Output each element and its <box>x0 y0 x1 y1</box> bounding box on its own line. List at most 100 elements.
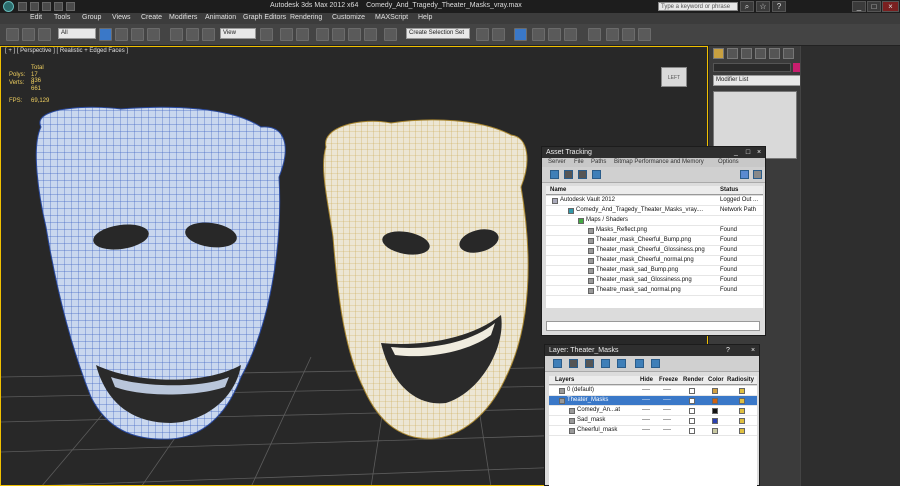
menu-customize[interactable]: Customize <box>332 14 365 21</box>
freeze-all-layers-icon[interactable] <box>651 359 660 368</box>
delete-icon[interactable] <box>564 170 573 179</box>
close-button[interactable]: × <box>882 1 899 12</box>
table-row[interactable]: Maps / Shaders <box>546 216 763 226</box>
table-row[interactable]: 0 (default) ---- ---- <box>549 386 757 396</box>
layer-color-swatch[interactable] <box>712 408 718 414</box>
table-row[interactable]: Theater_Masks ---- ---- <box>549 396 757 406</box>
mirror-icon[interactable] <box>476 28 489 41</box>
search-icon[interactable]: ⌕ <box>740 1 754 12</box>
edit-named-selection-icon[interactable] <box>384 28 397 41</box>
render-teapot-icon[interactable] <box>689 388 695 394</box>
undo-icon[interactable] <box>54 2 63 11</box>
table-row[interactable]: Masks_Reflect.png Found <box>546 226 763 236</box>
material-editor-icon[interactable] <box>588 28 601 41</box>
keyboard-shortcut-icon[interactable] <box>296 28 309 41</box>
menu-edit[interactable]: Edit <box>30 14 42 21</box>
asset-settings-icon[interactable] <box>753 170 762 179</box>
asset-tracking-maximize-button[interactable]: □ <box>743 148 753 157</box>
viewcube[interactable]: LEFT <box>661 67 687 87</box>
render-teapot-icon[interactable] <box>689 398 695 404</box>
layer-close-button[interactable]: × <box>748 346 758 355</box>
modify-tab-icon[interactable] <box>727 48 738 59</box>
minimize-button[interactable]: _ <box>852 1 866 12</box>
select-link-icon[interactable] <box>6 28 19 41</box>
select-move-icon[interactable] <box>170 28 183 41</box>
layer-column-hide[interactable]: Hide <box>640 377 653 383</box>
refresh-icon[interactable] <box>550 170 559 179</box>
layer-column-freeze[interactable]: Freeze <box>659 377 678 383</box>
asset-column-name[interactable]: Name <box>550 187 566 193</box>
layer-column-color[interactable]: Color <box>708 377 724 383</box>
table-row[interactable]: Comedy_An...at ---- ---- <box>549 406 757 416</box>
select-scale-icon[interactable] <box>202 28 215 41</box>
table-row[interactable]: Theater_mask_Cheerful_Bump.png Found <box>546 236 763 246</box>
radiosity-icon[interactable] <box>739 398 745 404</box>
asset-tracking-close-button[interactable]: × <box>754 148 764 157</box>
spinner-snap-icon[interactable] <box>364 28 377 41</box>
pivot-center-icon[interactable] <box>260 28 273 41</box>
asset-menu-file[interactable]: File <box>574 159 584 165</box>
select-rotate-icon[interactable] <box>186 28 199 41</box>
menu-help[interactable]: Help <box>418 14 432 21</box>
reference-coordinate-dropdown[interactable]: View <box>220 28 256 39</box>
render-teapot-icon[interactable] <box>689 408 695 414</box>
layer-column-render[interactable]: Render <box>683 377 704 383</box>
select-object-icon[interactable] <box>99 28 112 41</box>
rectangular-selection-icon[interactable] <box>131 28 144 41</box>
table-row[interactable]: Autodesk Vault 2012 Logged Out ... <box>546 196 763 206</box>
hierarchy-tab-icon[interactable] <box>741 48 752 59</box>
align-icon[interactable] <box>492 28 505 41</box>
layer-help-button[interactable]: ? <box>723 346 733 355</box>
named-selection-dropdown[interactable]: Create Selection Set <box>406 28 470 39</box>
open-file-icon[interactable] <box>30 2 39 11</box>
menu-tools[interactable]: Tools <box>54 14 70 21</box>
motion-tab-icon[interactable] <box>755 48 766 59</box>
select-by-name-icon[interactable] <box>115 28 128 41</box>
curve-editor-icon[interactable] <box>548 28 561 41</box>
asset-menu-paths[interactable]: Paths <box>591 159 606 165</box>
create-layer-icon[interactable] <box>553 359 562 368</box>
table-row[interactable]: Sad_mask ---- ---- <box>549 416 757 426</box>
radiosity-icon[interactable] <box>739 428 745 434</box>
render-setup-icon[interactable] <box>606 28 619 41</box>
angle-snap-icon[interactable] <box>332 28 345 41</box>
layer-color-swatch[interactable] <box>712 418 718 424</box>
modifier-list-dropdown[interactable]: Modifier List <box>713 75 801 86</box>
highlight-layer-icon[interactable] <box>617 359 626 368</box>
selection-filter-dropdown[interactable]: All <box>58 28 96 39</box>
favorites-icon[interactable]: ☆ <box>756 1 770 12</box>
menu-group[interactable]: Group <box>82 14 101 21</box>
bind-space-warp-icon[interactable] <box>38 28 51 41</box>
window-crossing-icon[interactable] <box>147 28 160 41</box>
asset-tracking-minimize-button[interactable]: _ <box>731 148 741 157</box>
asset-menu-bitmap[interactable]: Bitmap Performance and Memory <box>614 159 704 165</box>
select-layer-objects-icon[interactable] <box>601 359 610 368</box>
layer-column-layers[interactable]: Layers <box>555 377 574 383</box>
asset-path-field[interactable] <box>546 321 760 331</box>
object-name-field[interactable] <box>713 63 791 72</box>
menu-modifiers[interactable]: Modifiers <box>169 14 197 21</box>
unlink-icon[interactable] <box>22 28 35 41</box>
app-logo-icon[interactable] <box>3 1 14 12</box>
list-view-icon[interactable] <box>578 170 587 179</box>
radiosity-icon[interactable] <box>739 388 745 394</box>
tragedy-mask-model[interactable] <box>323 119 529 440</box>
comedy-mask-model[interactable] <box>35 106 286 440</box>
rendered-frame-window-icon[interactable] <box>622 28 635 41</box>
menu-graph-editors[interactable]: Graph Editors <box>243 14 286 21</box>
table-row[interactable]: Theater_mask_sad_Glossiness.png Found <box>546 276 763 286</box>
layer-color-swatch[interactable] <box>712 398 718 404</box>
hide-all-layers-icon[interactable] <box>635 359 644 368</box>
search-input[interactable]: Type a keyword or phrase <box>658 2 738 11</box>
table-view-icon[interactable] <box>592 170 601 179</box>
render-teapot-icon[interactable] <box>689 418 695 424</box>
layer-color-swatch[interactable] <box>712 388 718 394</box>
layer-manager-icon[interactable] <box>514 28 527 41</box>
menu-views[interactable]: Views <box>112 14 131 21</box>
menu-create[interactable]: Create <box>141 14 162 21</box>
viewport-label[interactable]: [ + ] [ Perspective ] [ Realistic + Edge… <box>5 48 128 54</box>
menu-maxscript[interactable]: MAXScript <box>375 14 408 21</box>
layer-color-swatch[interactable] <box>712 428 718 434</box>
asset-column-status[interactable]: Status <box>720 187 738 193</box>
utilities-tab-icon[interactable] <box>783 48 794 59</box>
